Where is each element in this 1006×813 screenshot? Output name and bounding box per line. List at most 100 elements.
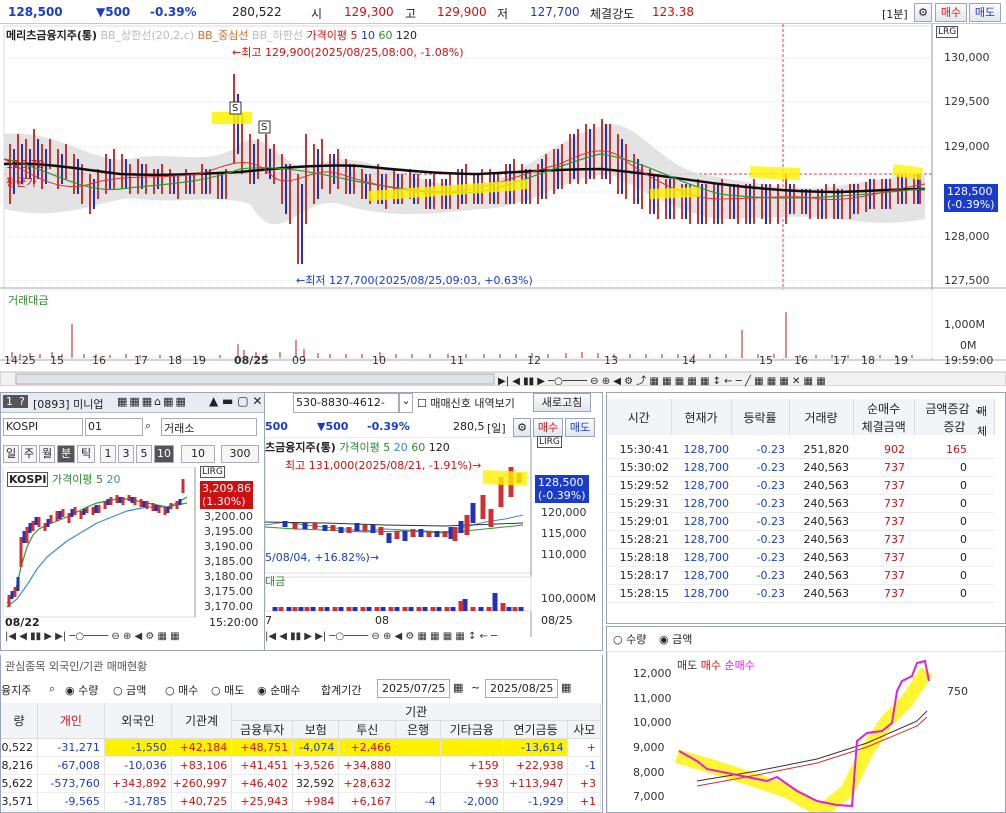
period-1[interactable]: 1 [100, 445, 116, 463]
legend-sell: 매도 [677, 659, 698, 672]
stock-name-field[interactable]: 융지주 [1, 682, 31, 698]
mini-code-input[interactable]: KOSPI [3, 418, 83, 436]
period-day[interactable]: 일 [3, 445, 19, 463]
radio-qty[interactable]: ○ 수량 [613, 631, 646, 647]
daily-buy-button[interactable]: 매수 [533, 418, 563, 437]
period-week[interactable]: 주 [21, 445, 37, 463]
trade-cell: 737 [884, 497, 905, 510]
calendar-icon[interactable]: ▦ [561, 681, 571, 694]
investor-row: 8,216 -67,008 -10,036 +83,106 +41,451 +3,526 +… [1, 756, 601, 775]
signal-label: 매매신호 내역보기 [430, 397, 515, 410]
radio-sell[interactable]: ○ 매도 [211, 682, 244, 698]
investor-row: 3,571 -9,565 -31,785 +40,725 +25,943 +984 +6,1… [1, 792, 601, 811]
daily-price: 500 [265, 420, 288, 433]
period-minute[interactable]: 분 [57, 445, 75, 463]
chart-toolbar[interactable]: ▶| ◀ ▮▮ ▶ ─○──── ⊖ ⊕ ◀ ⚙ ⤴ ▦ ▦ ▦ ▦ ▦ ↕ ←… [498, 372, 826, 387]
window-num-2[interactable]: ? [16, 395, 28, 408]
count-input[interactable]: 300 [221, 445, 259, 463]
trade-cell: 15:28:21 [619, 533, 669, 546]
daily-sell-button[interactable]: 매도 [565, 418, 595, 437]
daily-period[interactable]: [일] [487, 420, 506, 436]
mini-axis-tag[interactable]: LIRG [200, 466, 225, 478]
trade-cell: 15:28:18 [619, 551, 669, 564]
investor-cell: +159 [440, 756, 504, 775]
extra-col-header2: 체 [977, 425, 988, 438]
trade-cell: 737 [884, 515, 905, 528]
period-10[interactable]: 10 [154, 445, 174, 463]
window-controls[interactable]: ▲ ▬ ▢ ✕ [209, 394, 262, 408]
daily-legend-120: 120 [428, 441, 450, 454]
settings-gear-icon[interactable]: ⚙ [914, 3, 932, 22]
intraday-chart[interactable]: 메리츠금융지주(통) BB_상한선(20,2,c) BB_중심선 BB_하한선 … [0, 24, 1006, 387]
daily-change-pct: -0.39% [367, 420, 410, 433]
investor-cell: +83,106 [171, 756, 233, 775]
trade-row: 15:28:21 128,700 -0.23 240,563 737 0 [607, 531, 995, 549]
mini-legend: KOSPI 가격이평 5 20 [7, 471, 120, 487]
price-change: ▼500 [96, 5, 131, 19]
period-3[interactable]: 3 [118, 445, 134, 463]
daily-toolbar[interactable]: |◀ ◀ ▮▮ ▶ ▶| ─○──── ⊖ ⊕ ◀ ⚙ ▦ ▦ ▦ ▦ ↕ ← … [265, 631, 497, 642]
mini-y-tick: 3,200.00 [204, 510, 253, 523]
x-tick: 10 [372, 354, 386, 367]
date-to[interactable]: 2025/08/25 [485, 679, 559, 698]
period-5[interactable]: 5 [136, 445, 152, 463]
signal-checkbox[interactable]: ☐ 매매신호 내역보기 [417, 395, 515, 411]
investor-cell: +1 [567, 792, 601, 811]
radio-amt[interactable]: ○ 금액 [113, 682, 146, 698]
search-icon[interactable]: ⌕ [49, 682, 55, 696]
radio-buy[interactable]: ○ 매수 [165, 682, 198, 698]
col-insurance: 보험 [292, 720, 340, 739]
investor-flow-panel[interactable]: 관심종목 외국인/기관 매매현황 융지주 ⌕ ◉ 수량 ○ 금액 ○ 매수 ○ … [0, 655, 603, 813]
investor-cell [395, 738, 441, 757]
daily-vol-title: 대금 [265, 575, 286, 588]
mini-y-tick: 3,190.00 [204, 540, 253, 553]
account-select[interactable]: 530-8830-4612- [293, 393, 399, 413]
high-price: 129,900 [437, 5, 487, 19]
mini-num-select[interactable]: 01 [85, 418, 143, 436]
daily-axis-tag[interactable]: LIRG [537, 436, 562, 448]
buy-button[interactable]: 매수 [935, 3, 967, 22]
period-month[interactable]: 월 [39, 445, 55, 463]
mini-market-input[interactable]: 거래소 [161, 418, 257, 436]
daily-chart-window[interactable]: 530-8830-4612- ⌄ ☐ 매매신호 내역보기 새로고침 500 ▼5… [265, 392, 603, 651]
period-tick[interactable]: 틱 [77, 445, 95, 463]
x-tick: 12 [527, 354, 541, 367]
chevron-down-icon[interactable]: ⌄ [399, 393, 413, 413]
investor-cell: -573,760 [37, 774, 105, 793]
col-price: 현재가 [671, 399, 732, 435]
trade-cell: 0 [960, 497, 967, 510]
mini-chart-window[interactable]: 1 ? [0893] 미니업 ▦▦▦⌂▦▦ ▲ ▬ ▢ ✕ KOSPI 01 ⌕… [0, 392, 265, 651]
program-trade-panel[interactable]: ○ 수량 ◉ 금액 매도 매수 순매수 12,000 11,000 10,000… [606, 626, 1006, 813]
radio-sell-label: 매도 [224, 684, 245, 697]
refresh-button[interactable]: 새로고침 [533, 393, 591, 412]
investor-cell: -2,000 [440, 792, 504, 811]
investor-tab[interactable]: 관심종목 외국인/기관 매매현황 [5, 658, 147, 674]
daily-gear-icon[interactable]: ⚙ [513, 418, 531, 437]
y-tick: 129,500 [944, 95, 990, 108]
investor-cell: -1 [567, 756, 601, 775]
investor-cell: -10,036 [104, 756, 172, 775]
trade-cell: 0 [960, 533, 967, 546]
trade-ticks-panel[interactable]: 시간 현재가 등락률 거래량 순매수 금액증감 ⌄ 체결금액 증감 매 체 15… [606, 392, 1006, 624]
trade-cell: 15:30:02 [619, 461, 669, 474]
period-custom[interactable]: 10 [181, 445, 215, 463]
mini-tool-icons[interactable]: ▦▦▦⌂▦▦ [117, 395, 188, 408]
sell-button[interactable]: 매도 [969, 3, 1001, 22]
radio-amt[interactable]: ◉ 금액 [659, 631, 692, 647]
date-from[interactable]: 2025/07/25 [377, 679, 451, 698]
x-tick: 14 [682, 354, 696, 367]
radio-qty[interactable]: ◉ 수량 [65, 682, 98, 698]
window-num-1[interactable]: 1 [3, 395, 16, 408]
axis-mode-tag[interactable]: LRG [936, 26, 959, 38]
investor-cell: +93 [440, 774, 504, 793]
y-tick: 128,000 [944, 230, 990, 243]
signal-s-icon: S [232, 103, 239, 114]
investor-cell: -31,785 [104, 792, 172, 811]
interval-label[interactable]: [1분] [882, 6, 908, 22]
search-icon[interactable]: ⌕ [145, 419, 151, 433]
mini-toolbar[interactable]: |◀ ◀ ▮▮ ▶ ▶| ─○──── ⊖ ⊕ ◀ ⚙ ▦ ▦ [5, 631, 180, 642]
calendar-icon[interactable]: ▦ [453, 681, 463, 694]
radio-net[interactable]: ◉ 순매수 [257, 682, 300, 698]
trade-row: 15:29:31 128,700 -0.23 240,563 737 0 [607, 495, 995, 513]
investor-cell: -4 [395, 792, 441, 811]
